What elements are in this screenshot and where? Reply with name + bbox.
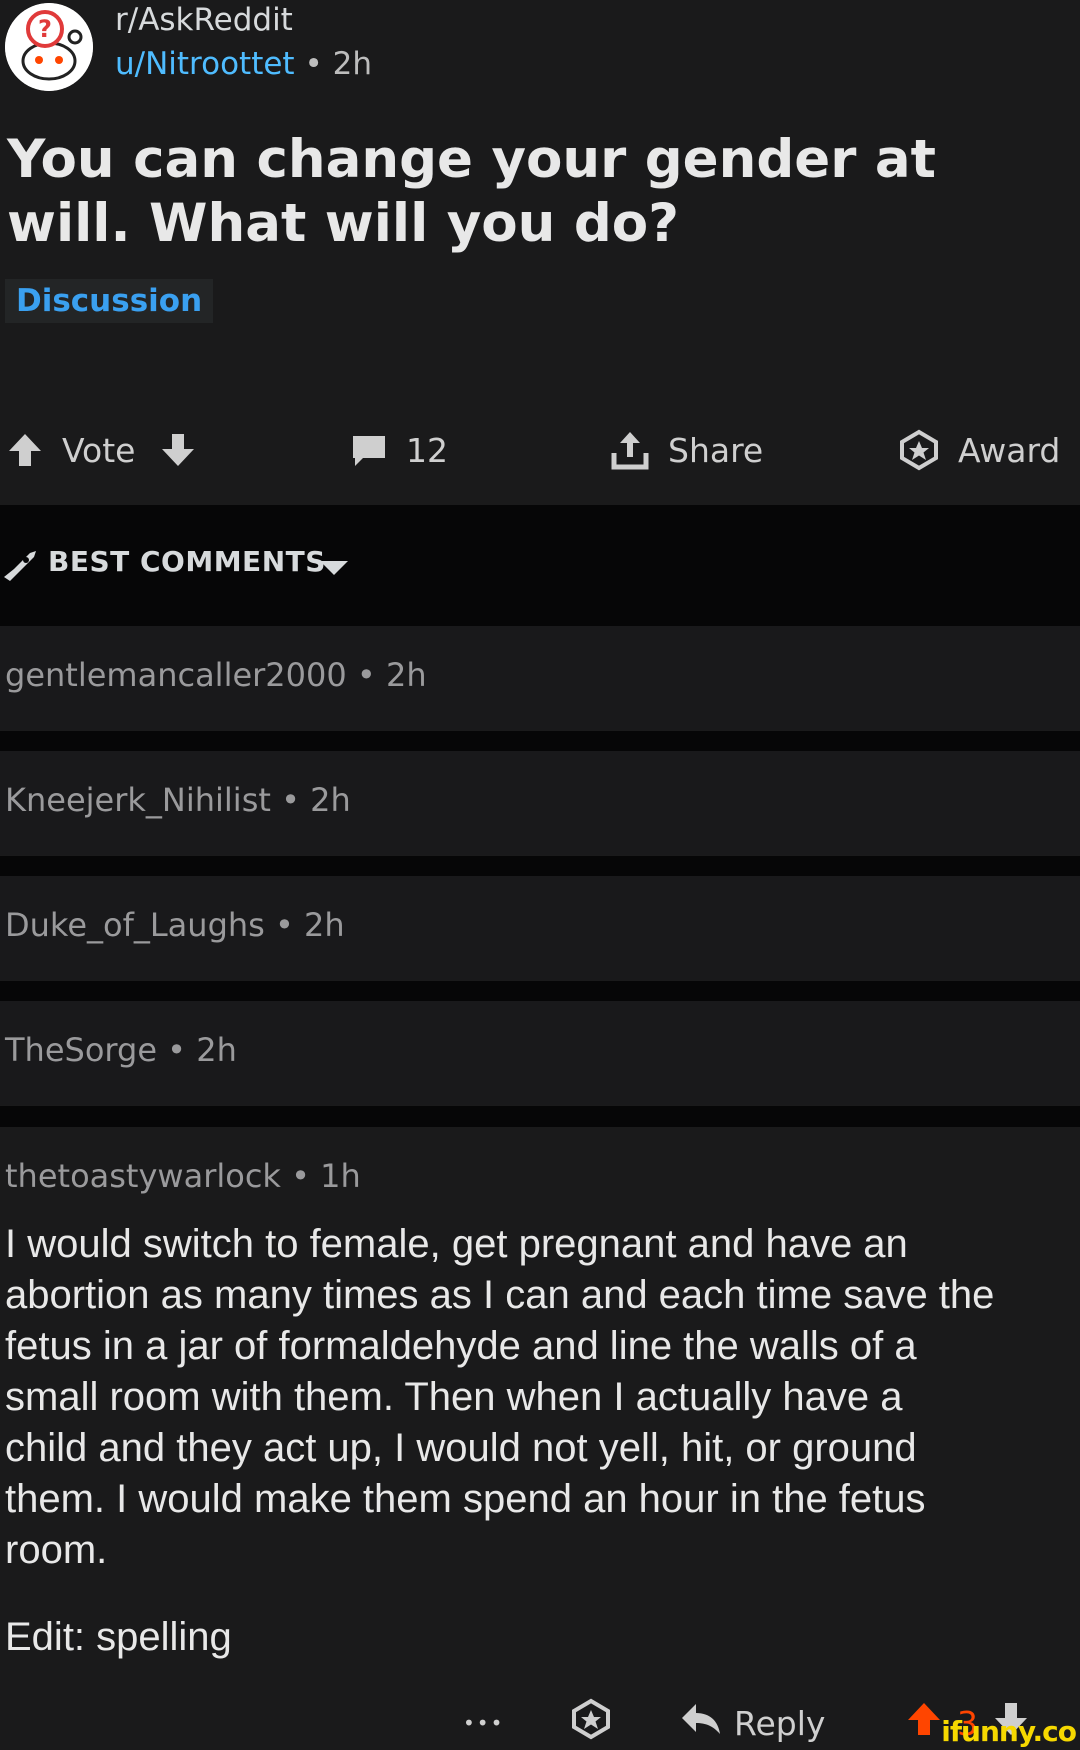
ifunny-watermark: ifunny.co (941, 1715, 1077, 1748)
chevron-down-icon (318, 559, 350, 581)
reply-icon (680, 1702, 722, 1744)
post-time: 2h (332, 46, 372, 82)
vote-group: Vote (6, 420, 197, 480)
comment-author[interactable]: Duke_of_Laughs (5, 906, 265, 944)
comment-author[interactable]: Kneejerk_Nihilist (5, 781, 271, 819)
share-icon (610, 429, 650, 471)
comment-meta: gentlemancaller2000 • 2h (5, 656, 427, 694)
comment-line: child and they act up, I would not yell,… (5, 1426, 917, 1470)
comment-time: 1h (320, 1157, 361, 1195)
more-options-button[interactable]: ••• (463, 1696, 504, 1750)
comment-line: abortion as many times as I can and each… (5, 1273, 995, 1317)
comment-row[interactable]: TheSorge • 2h (0, 1001, 1080, 1105)
comment-time: 2h (304, 906, 345, 944)
award-icon (898, 429, 940, 471)
svg-text:?: ? (38, 15, 52, 43)
comment-meta: thetoastywarlock • 1h (5, 1157, 361, 1195)
share-label: Share (668, 430, 764, 470)
upvote-icon[interactable] (905, 1699, 943, 1747)
meta-separator: • (291, 1157, 310, 1195)
reply-button[interactable]: Reply (680, 1696, 825, 1750)
comment-sort-bar[interactable]: BEST COMMENTS (0, 505, 1080, 626)
post-header: ? r/AskReddit u/Nitroottet • 2h (0, 0, 1080, 100)
comment-divider (0, 731, 1080, 751)
meta-separator: • (356, 656, 376, 694)
comments-button[interactable]: 12 (350, 420, 448, 480)
comment-author[interactable]: thetoastywarlock (5, 1157, 281, 1195)
award-icon (570, 1698, 612, 1748)
post-action-bar: Vote 12 Share Award (0, 420, 1080, 480)
comment-line: small room with them. Then when I actual… (5, 1375, 903, 1419)
sort-label: BEST COMMENTS (48, 545, 326, 578)
comment-line: I would switch to female, get pregnant a… (5, 1222, 908, 1266)
subreddit-name[interactable]: r/AskReddit (115, 2, 293, 38)
post-title: You can change your gender at will. What… (7, 129, 936, 254)
more-options-icon: ••• (463, 1711, 505, 1735)
comment-meta: TheSorge • 2h (5, 1031, 237, 1069)
comment-divider (0, 856, 1080, 876)
comment-line: them. I would make them spend an hour in… (5, 1477, 926, 1521)
meta-separator: • (167, 1031, 187, 1069)
comment-row[interactable]: Duke_of_Laughs • 2h (0, 876, 1080, 980)
post-author-link[interactable]: u/Nitroottet (115, 46, 295, 82)
post-flair[interactable]: Discussion (5, 279, 214, 323)
rocket-icon (0, 547, 40, 589)
comment-divider (0, 981, 1080, 1001)
post-meta: u/Nitroottet • 2h (115, 46, 372, 82)
meta-separator: • (281, 781, 300, 819)
comment-author[interactable]: TheSorge (5, 1031, 157, 1069)
share-button[interactable]: Share (610, 420, 763, 480)
award-comment-button[interactable] (570, 1696, 612, 1750)
reply-label: Reply (734, 1703, 826, 1743)
comment-edit-note: Edit: spelling (5, 1615, 232, 1659)
award-button[interactable]: Award (898, 420, 1060, 480)
upvote-icon[interactable] (6, 430, 44, 470)
subreddit-avatar-icon[interactable]: ? (5, 3, 93, 91)
vote-label: Vote (62, 430, 136, 470)
comment-meta: Duke_of_Laughs • 2h (5, 906, 345, 944)
meta-separator: • (275, 906, 294, 944)
comment-line: room. (5, 1528, 108, 1572)
award-label: Award (958, 430, 1061, 470)
meta-separator: • (304, 46, 323, 82)
comment-body: I would switch to female, get pregnant a… (5, 1219, 1080, 1576)
comment-time: 2h (385, 656, 427, 694)
featured-comment: thetoastywarlock • 1h I would switch to … (0, 1127, 1080, 1750)
comment-row[interactable]: gentlemancaller2000 • 2h (0, 626, 1080, 730)
comment-author[interactable]: gentlemancaller2000 (5, 656, 347, 694)
comment-action-bar: ••• Reply 3 (0, 1696, 1080, 1750)
comment-meta: Kneejerk_Nihilist • 2h (5, 781, 351, 819)
downvote-icon[interactable] (159, 430, 197, 470)
comment-line: fetus in a jar of formaldehyde and line … (5, 1324, 917, 1368)
comment-time: 2h (196, 1031, 237, 1069)
comment-row[interactable]: Kneejerk_Nihilist • 2h (0, 751, 1080, 855)
comment-bubble-icon (350, 431, 388, 469)
comment-divider (0, 1106, 1080, 1127)
comment-time: 2h (310, 781, 351, 819)
comment-count: 12 (406, 430, 448, 470)
